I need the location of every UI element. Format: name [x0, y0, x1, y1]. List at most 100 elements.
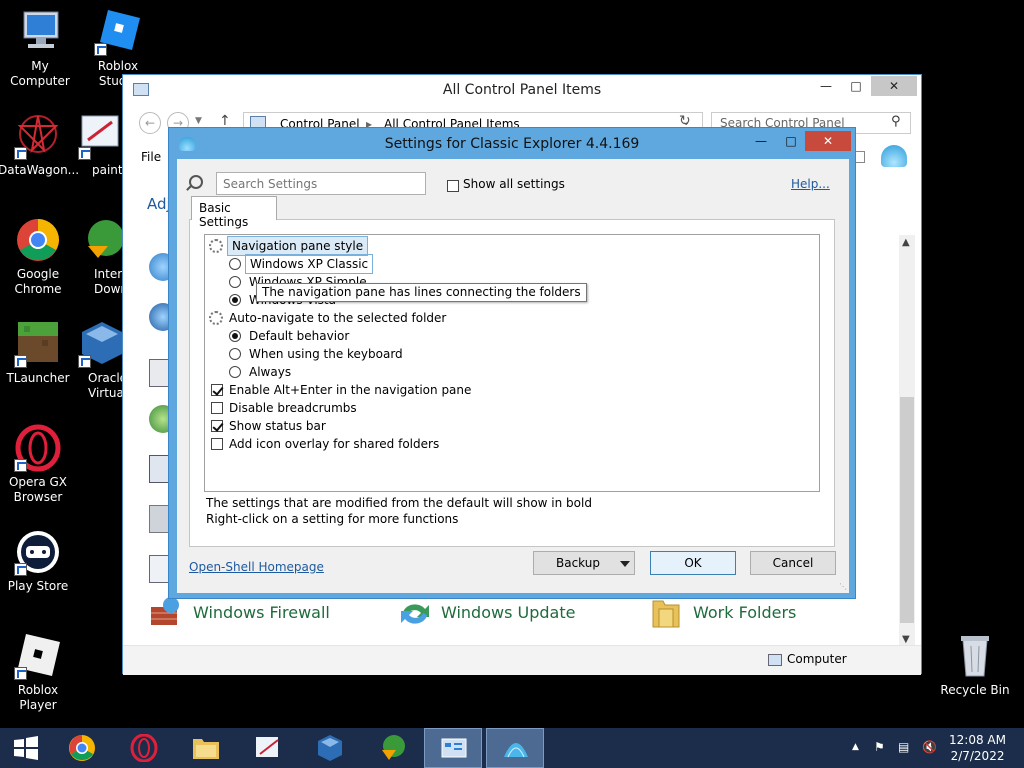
tlauncher-icon: [14, 320, 62, 368]
resize-grip-icon[interactable]: ⋱: [839, 582, 847, 591]
desktop-icon-paint[interactable]: paint...: [78, 112, 124, 178]
desktop-icon-label: Recycle Bin: [940, 683, 1010, 697]
classic-shell-icon[interactable]: [881, 145, 907, 167]
show-hidden-icons-icon[interactable]: ▲: [852, 742, 859, 752]
taskbar-opera-gx[interactable]: [118, 728, 168, 768]
datawagon-icon: [14, 112, 62, 160]
back-button[interactable]: ←: [139, 112, 161, 134]
radio-button[interactable]: [229, 276, 241, 288]
tab-basic-settings[interactable]: Basic Settings: [191, 196, 277, 229]
taskbar-classic-explorer-settings[interactable]: [486, 728, 544, 768]
vertical-scrollbar[interactable]: ▲ ▼: [899, 235, 915, 647]
radio-button-selected[interactable]: [229, 294, 241, 306]
checkbox-checked[interactable]: [211, 420, 223, 432]
shortcut-arrow-icon: [78, 355, 91, 368]
computer-small-icon: [768, 654, 782, 666]
dialog-maximize-button[interactable]: □: [777, 131, 805, 151]
checkbox[interactable]: [211, 402, 223, 414]
desktop-icon-label: My Computer: [10, 59, 70, 88]
checkbox-checked[interactable]: [211, 384, 223, 396]
desktop-icon-google-chrome[interactable]: Google Chrome: [0, 216, 78, 297]
start-button[interactable]: [0, 728, 50, 768]
desktop-icon-tlauncher[interactable]: TLauncher: [0, 320, 78, 386]
search-icon[interactable]: ⚲: [891, 114, 901, 129]
clock[interactable]: 12:08 AM 2/7/2022: [949, 732, 1006, 764]
shortcut-arrow-icon: [14, 667, 27, 680]
shortcut-arrow-icon: [14, 147, 27, 160]
close-button[interactable]: ✕: [871, 76, 917, 96]
recycle-bin-icon: [951, 632, 999, 680]
settings-search-input[interactable]: [216, 172, 426, 195]
taskbar-paint[interactable]: [242, 728, 292, 768]
network-icon[interactable]: ▤: [898, 740, 909, 754]
desktop-icon-recycle-bin[interactable]: Recycle Bin: [935, 632, 1015, 698]
minimize-button[interactable]: —: [811, 76, 841, 96]
clock-time: 12:08 AM: [949, 733, 1006, 747]
chrome-icon: [69, 735, 95, 761]
desktop-icon-label: paint...: [92, 163, 124, 177]
item-label: Windows Firewall: [193, 603, 330, 622]
settings-group-icon: [209, 311, 223, 325]
radio-button[interactable]: [229, 348, 241, 360]
item-label: Windows Update: [441, 603, 576, 622]
open-shell-homepage-link[interactable]: Open-Shell Homepage: [189, 560, 324, 574]
volume-muted-icon[interactable]: 🔇: [922, 740, 937, 754]
firewall-icon: [151, 597, 183, 629]
settings-panel: Navigation pane style Windows XP Classic…: [189, 219, 835, 547]
backup-button[interactable]: Backup: [533, 551, 635, 575]
search-icon: [189, 175, 203, 189]
settings-dialog[interactable]: Settings for Classic Explorer 4.4.169 — …: [168, 127, 856, 599]
desktop-icon-label: Roblox Player: [17, 683, 59, 712]
shortcut-arrow-icon: [94, 43, 107, 56]
radio-button[interactable]: [229, 258, 241, 270]
cancel-button[interactable]: Cancel: [750, 551, 836, 575]
window-title: All Control Panel Items: [442, 82, 602, 98]
dialog-close-button[interactable]: ✕: [805, 131, 851, 151]
recent-locations-icon[interactable]: ▼: [195, 116, 202, 126]
radio-button-selected[interactable]: [229, 330, 241, 342]
taskbar: ▲ ⚑ ▤ 🔇 12:08 AM 2/7/2022: [0, 728, 1024, 768]
scroll-up-icon[interactable]: ▲: [902, 237, 910, 248]
scroll-down-icon[interactable]: ▼: [902, 634, 910, 645]
action-center-icon[interactable]: ⚑: [874, 740, 885, 754]
maximize-button[interactable]: □: [841, 76, 871, 96]
play-store-icon: [14, 528, 62, 576]
download-manager-icon: [78, 216, 124, 264]
tooltip: The navigation pane has lines connecting…: [256, 283, 587, 302]
shortcut-arrow-icon: [14, 355, 27, 368]
control-panel-titlebar[interactable]: All Control Panel Items — □ ✕: [123, 75, 921, 105]
desktop-icon-roblox-player[interactable]: Roblox Player: [0, 632, 78, 713]
settings-tree[interactable]: Navigation pane style Windows XP Classic…: [204, 234, 820, 492]
desktop-icon-datawagon[interactable]: DataWagon...: [0, 112, 79, 178]
desktop-icon-oracle-virtualbox[interactable]: Oracle Virtua: [78, 320, 124, 401]
checkbox[interactable]: [211, 438, 223, 450]
setting-label: Windows XP Classic: [245, 254, 374, 274]
opera-gx-icon: [14, 424, 62, 472]
desktop-icon-opera-gx[interactable]: Opera GX Browser: [0, 424, 78, 505]
desktop-icon-play-store[interactable]: Play Store: [0, 528, 78, 594]
dialog-minimize-button[interactable]: —: [747, 131, 775, 151]
scrollbar-thumb[interactable]: [900, 397, 914, 623]
item-label: Work Folders: [693, 603, 797, 622]
paint-icon: [256, 737, 279, 757]
menu-file[interactable]: File: [141, 150, 161, 164]
help-link[interactable]: Help...: [791, 177, 830, 191]
desktop-icon-internet-download[interactable]: Inter Down: [78, 216, 124, 297]
taskbar-download-manager[interactable]: [366, 728, 416, 768]
radio-button[interactable]: [229, 366, 241, 378]
dialog-titlebar[interactable]: Settings for Classic Explorer 4.4.169 — …: [169, 128, 855, 160]
settings-group-icon: [209, 239, 223, 253]
taskbar-file-explorer[interactable]: [180, 728, 230, 768]
paint-icon: [78, 112, 124, 160]
ok-button[interactable]: OK: [650, 551, 736, 575]
desktop-icon-my-computer[interactable]: My Computer: [0, 8, 80, 89]
status-computer: Computer: [787, 652, 847, 666]
desktop-icon-label: Google Chrome: [14, 267, 62, 296]
note-right-click: Right-click on a setting for more functi…: [206, 512, 459, 526]
folder-icon: [651, 597, 683, 629]
taskbar-chrome[interactable]: [56, 728, 106, 768]
checkbox[interactable]: [447, 180, 459, 192]
taskbar-control-panel[interactable]: [424, 728, 482, 768]
taskbar-virtualbox[interactable]: [304, 728, 354, 768]
windows-update-icon: [399, 597, 431, 629]
